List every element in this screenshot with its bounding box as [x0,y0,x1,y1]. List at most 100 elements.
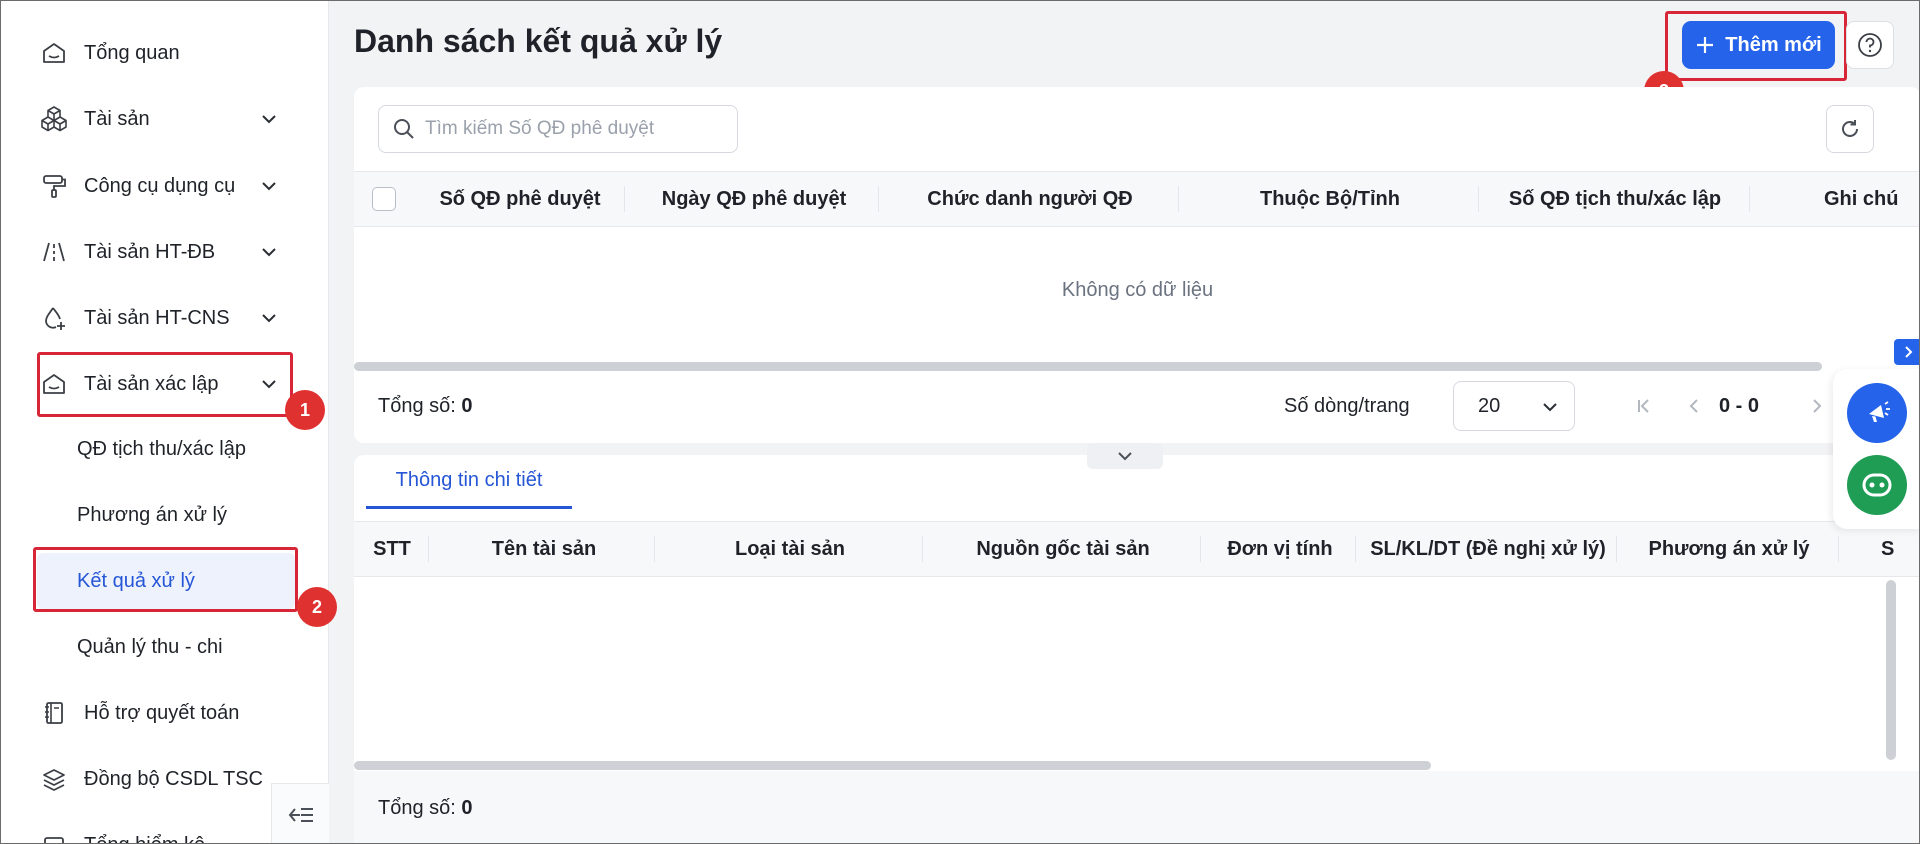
sidebar-item-dong-bo-csdl[interactable]: Đồng bộ CSDL TSC [39,757,289,801]
sidebar-item-tong-hiem-ke[interactable]: Tổng hiểm kê [39,823,289,844]
chevron-down-icon [262,314,276,323]
collapse-icon [288,807,313,822]
page-title: Danh sách kết quả xử lý [354,23,723,59]
step-badge-2: 2 [297,587,337,627]
sidebar-subitem-qd-tich-thu[interactable]: QĐ tịch thu/xác lập [37,421,295,477]
sidebar-subitem-quan-ly-thu-chi[interactable]: Quản lý thu - chi [37,619,295,675]
collapse-sidebar-button[interactable] [271,783,329,843]
chevron-right-icon [1813,399,1822,413]
column-divider [1838,536,1839,562]
column-divider [428,536,429,562]
column-header[interactable]: Đơn vị tính [1202,522,1358,576]
page-range: 0 - 0 [1719,394,1760,417]
home-icon [39,38,69,68]
column-divider [1616,536,1617,562]
sidebar-item-cong-cu-dung-cu[interactable]: Công cụ dụng cụ [39,164,289,208]
column-header[interactable]: S [1881,522,1919,576]
results-table-header: Số QĐ phê duyệt Ngày QĐ phê duyệt Chức d… [354,171,1919,227]
sidebar-subitem-label: QĐ tịch thu/xác lập [77,437,246,460]
total-value: 0 [461,796,473,819]
column-header[interactable]: Loại tài sản [656,522,924,576]
prev-page-button[interactable] [1679,391,1709,421]
total-label: Tổng số: [378,394,456,417]
empty-state-text: Không có dữ liệu [1061,279,1214,301]
sidebar-item-label: Tài sản [84,107,150,130]
column-header[interactable]: SL/KL/DT (Đề nghị xử lý) [1357,522,1619,576]
chevron-right-icon [1904,346,1912,358]
next-page-button[interactable] [1802,391,1832,421]
help-button[interactable] [1846,21,1894,69]
first-page-button[interactable] [1629,391,1659,421]
sidebar-item-tai-san-ht-cns[interactable]: Tài sản HT-CNS [39,296,289,340]
chatbot-button[interactable] [1847,455,1907,515]
rows-per-page-label: Số dòng/trang [1284,394,1410,417]
horizontal-scrollbar[interactable] [354,761,1431,770]
sidebar-item-label: Tổng quan [84,41,180,64]
sidebar-item-tong-quan[interactable]: Tổng quan [39,31,289,75]
column-header[interactable]: Ngày QĐ phê duyệt [626,172,882,226]
paint-roller-icon [39,171,69,201]
sidebar-item-tai-san[interactable]: Tài sản [39,97,289,141]
column-divider [1200,536,1201,562]
chevron-down-icon [262,248,276,257]
search-icon [394,119,414,139]
sidebar-item-label: Tổng hiểm kê [84,834,205,844]
column-header[interactable]: Số QĐ phê duyệt [414,172,626,226]
column-divider [1178,186,1179,212]
column-header[interactable]: Chức danh người QĐ [880,172,1180,226]
cubes-icon [39,104,69,134]
chevron-down-icon [1118,452,1132,461]
horizontal-scrollbar[interactable] [354,362,1822,371]
refresh-icon [1842,120,1858,137]
toggle-detail-handle[interactable] [1087,443,1163,469]
sidebar: Tổng quan Tài sản Công cụ dụng cụ Tài sả… [1,1,329,844]
column-header[interactable]: Số QĐ tịch thu/xác lập [1480,172,1750,226]
rows-per-page-select[interactable]: 20 [1453,381,1575,431]
column-header[interactable]: Thuộc Bộ/Tỉnh [1180,172,1480,226]
expand-side-panel-button[interactable] [1894,339,1919,365]
step-badge-1: 1 [285,390,325,430]
column-header[interactable]: Tên tài sản [430,522,658,576]
column-divider [654,536,655,562]
column-divider [624,186,625,212]
highlight-box-1 [37,352,293,417]
search-placeholder: Tìm kiếm Số QĐ phê duyệt [425,118,655,139]
chevron-down-icon [262,115,276,124]
detail-table-header: STT Tên tài sản Loại tài sản Nguồn gốc t… [354,521,1919,577]
chevron-down-icon [1543,403,1557,412]
floating-action-panel [1833,369,1919,529]
column-header[interactable]: STT [364,522,420,576]
sidebar-subitem-label: Quản lý thu - chi [77,635,223,658]
sidebar-item-ho-tro-quyet-toan[interactable]: Hỗ trợ quyết toán [39,691,289,735]
tab-thong-tin-chi-tiet[interactable]: Thông tin chi tiết [366,455,572,509]
detail-card: Thông tin chi tiết STT Tên tài sản Loại … [354,443,1919,843]
refresh-button[interactable] [1826,105,1874,153]
total-count: Tổng số: 0 [378,797,473,820]
column-divider [878,186,879,212]
select-all-checkbox[interactable] [372,187,396,211]
layers-icon [39,764,69,794]
column-divider [1478,186,1479,212]
column-header[interactable]: Nguồn gốc tài sản [924,522,1202,576]
column-divider [1749,186,1750,212]
search-input[interactable]: Tìm kiếm Số QĐ phê duyệt [378,105,738,153]
results-list-card: Tìm kiếm Số QĐ phê duyệt Số QĐ phê duyệt… [354,87,1919,443]
column-header[interactable]: Phương án xử lý [1618,522,1840,576]
first-page-icon [1638,399,1649,413]
column-divider [922,536,923,562]
road-icon [39,237,69,267]
total-count: Tổng số: 0 [378,395,473,418]
announcement-button[interactable] [1847,383,1907,443]
question-icon [1858,33,1882,57]
water-drop-icon [39,303,69,333]
vertical-scrollbar[interactable] [1886,580,1896,760]
sidebar-subitem-phuong-an-xu-ly[interactable]: Phương án xử lý [37,487,295,543]
sidebar-item-label: Đồng bộ CSDL TSC [84,767,263,790]
sidebar-item-label: Tài sản HT-ĐB [84,240,216,263]
column-header[interactable]: Ghi chú [1824,172,1919,226]
sidebar-item-label: Tài sản HT-CNS [84,306,230,329]
chevron-left-icon [1689,399,1698,413]
sidebar-item-tai-san-ht-db[interactable]: Tài sản HT-ĐB [39,230,289,274]
box-icon [39,830,69,843]
chatbot-icon [1862,473,1892,497]
